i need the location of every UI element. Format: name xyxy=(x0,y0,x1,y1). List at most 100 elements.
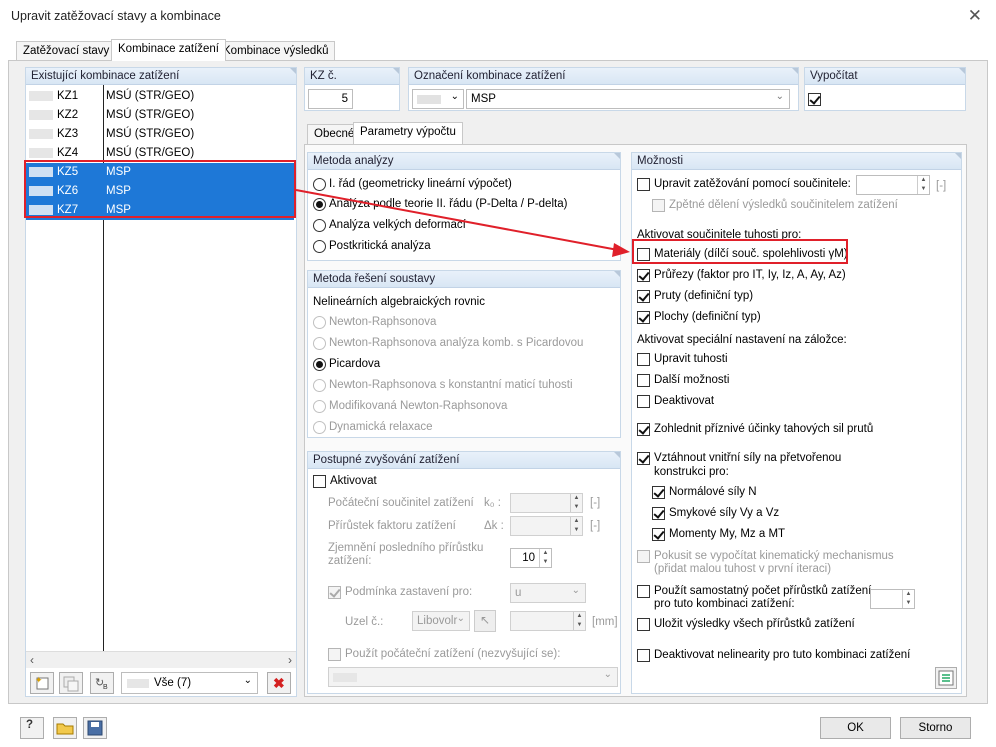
radio-nr-picard[interactable] xyxy=(313,337,326,350)
radio-newton-raphson[interactable] xyxy=(313,316,326,329)
surfaces-label: Plochy (definiční typ) xyxy=(654,311,761,323)
deformed-structure-checkbox[interactable] xyxy=(637,452,650,465)
stop-condition-select[interactable]: u ⌄ xyxy=(510,583,586,603)
deformed-structure-label-2: konstrukci pro: xyxy=(654,466,729,478)
renumber-icon[interactable]: ↻ B xyxy=(90,672,114,694)
list-item[interactable]: KZ1 MSÚ (STR/GEO) xyxy=(26,87,294,106)
cancel-button[interactable]: Storno xyxy=(900,717,971,739)
list-item[interactable]: KZ7 MSP xyxy=(26,201,294,220)
normal-forces-label: Normálové síly N xyxy=(669,486,757,498)
calculate-checkbox[interactable] xyxy=(808,93,821,106)
separate-increments-checkbox[interactable] xyxy=(637,585,650,598)
k0-symbol: k₀ : xyxy=(484,497,501,509)
calculate-label: Vypočítat xyxy=(805,68,965,85)
deformed-structure-label: Vztáhnout vnitřní síly na přetvořenou xyxy=(654,452,842,464)
initial-loading-checkbox[interactable] xyxy=(328,648,341,661)
increments-count-input[interactable]: ▲ ▼ xyxy=(870,589,915,609)
tab-load-cases[interactable]: Zatěžovací stavy xyxy=(16,41,117,61)
save-icon[interactable] xyxy=(83,717,107,739)
copy-combination-icon[interactable] xyxy=(59,672,83,694)
modify-stiffness-label: Upravit tuhosti xyxy=(654,353,728,365)
dk-symbol: Δk : xyxy=(484,520,504,532)
save-all-increments-checkbox[interactable] xyxy=(637,618,650,631)
new-combination-icon[interactable]: ✦ xyxy=(30,672,54,694)
radio-dynamic-relaxation[interactable] xyxy=(313,421,326,434)
kz-number-input[interactable]: 5 xyxy=(308,89,353,109)
tab-result-combinations[interactable]: Kombinace výsledků xyxy=(216,41,336,61)
cross-sections-checkbox[interactable] xyxy=(637,269,650,282)
node-value-unit: [mm] xyxy=(592,616,618,628)
tab-calculation-parameters[interactable]: Parametry výpočtu xyxy=(353,122,463,144)
radio-second-order[interactable] xyxy=(313,198,326,211)
shear-forces-checkbox[interactable] xyxy=(652,507,665,520)
filter-select[interactable]: Vše (7) ⌄ xyxy=(121,672,258,694)
close-icon[interactable]: ✕ xyxy=(968,6,982,26)
radio-picard[interactable] xyxy=(313,358,326,371)
node-value-input[interactable]: ▲ ▼ xyxy=(510,611,586,631)
members-checkbox[interactable] xyxy=(637,290,650,303)
radio-modified-nr[interactable] xyxy=(313,400,326,413)
pick-node-icon[interactable]: ↖ xyxy=(474,610,496,632)
solver-subtitle: Nelineárních algebraických rovnic xyxy=(313,296,485,308)
stop-condition-checkbox[interactable] xyxy=(328,586,341,599)
settings-list-icon[interactable] xyxy=(935,667,957,689)
scroll-right-icon[interactable]: › xyxy=(288,653,292,667)
combination-name-panel: Označení kombinace zatížení ⌄ MSP ⌄ xyxy=(408,67,799,111)
more-options-label: Další možnosti xyxy=(654,374,730,386)
loading-factor-input[interactable]: ▲ ▼ xyxy=(856,175,930,195)
radio-nr-constant[interactable] xyxy=(313,379,326,392)
kinematic-label: Pokusit se vypočítat kinematický mechani… xyxy=(654,550,894,562)
horizontal-scrollbar[interactable]: ‹ › xyxy=(26,651,296,668)
loading-factor-unit: [-] xyxy=(936,180,947,192)
activate-incremental-checkbox[interactable] xyxy=(313,475,326,488)
chevron-down-icon: ⌄ xyxy=(456,613,465,624)
radio-postcritical[interactable] xyxy=(313,240,326,253)
shear-forces-label: Smykové síly Vy a Vz xyxy=(669,507,780,519)
deactivate-nonlinearities-checkbox[interactable] xyxy=(637,649,650,662)
normal-forces-checkbox[interactable] xyxy=(652,486,665,499)
help-icon[interactable]: ? xyxy=(20,717,44,739)
modify-loading-checkbox[interactable] xyxy=(637,178,650,191)
incremental-loading-header: Postupné zvyšování zatížení xyxy=(308,452,620,469)
factor-increment-input[interactable]: ▲ ▼ xyxy=(510,516,583,536)
more-options-checkbox[interactable] xyxy=(637,374,650,387)
radio-large-deformation[interactable] xyxy=(313,219,326,232)
list-item[interactable]: KZ4 MSÚ (STR/GEO) xyxy=(26,144,294,163)
color-select[interactable]: ⌄ xyxy=(412,89,464,109)
back-division-checkbox[interactable] xyxy=(652,199,665,212)
chevron-down-icon: ⌄ xyxy=(603,669,612,680)
refinement-label: Zjemnění posledního přírůstku zatížení: xyxy=(328,542,484,567)
modified-nr-label: Modifikovaná Newton-Raphsonova xyxy=(329,400,508,412)
refinement-input[interactable]: 10 ▲ ▼ xyxy=(510,548,552,568)
modify-stiffness-checkbox[interactable] xyxy=(637,353,650,366)
kinematic-checkbox[interactable] xyxy=(637,550,650,563)
list-item[interactable]: KZ5 MSP xyxy=(26,163,294,182)
surfaces-checkbox[interactable] xyxy=(637,311,650,324)
list-item[interactable]: KZ3 MSÚ (STR/GEO) xyxy=(26,125,294,144)
delete-icon[interactable]: ✖ xyxy=(267,672,291,694)
tension-effects-checkbox[interactable] xyxy=(637,423,650,436)
tab-load-combinations[interactable]: Kombinace zatížení xyxy=(111,39,227,61)
materials-checkbox[interactable] xyxy=(637,248,650,261)
initial-factor-input[interactable]: ▲ ▼ xyxy=(510,493,583,513)
scroll-left-icon[interactable]: ‹ xyxy=(30,653,34,667)
save-all-increments-label: Uložit výsledky všech přírůstků zatížení xyxy=(654,618,855,630)
deactivate-checkbox[interactable] xyxy=(637,395,650,408)
list-item[interactable]: KZ6 MSP xyxy=(26,182,294,201)
ok-button[interactable]: OK xyxy=(820,717,891,739)
open-folder-icon[interactable] xyxy=(53,717,77,739)
options-header: Možnosti xyxy=(632,153,961,170)
initial-loading-select[interactable]: ⌄ xyxy=(328,667,618,687)
combination-name-label: Označení kombinace zatížení xyxy=(409,68,798,85)
moments-checkbox[interactable] xyxy=(652,528,665,541)
chevron-down-icon: ⌄ xyxy=(450,91,459,102)
radio-first-order[interactable] xyxy=(313,178,326,191)
combination-name-input[interactable]: MSP ⌄ xyxy=(466,89,790,109)
initial-factor-label: Počáteční součinitel zatížení xyxy=(328,497,474,509)
separate-increments-label-2: pro tuto kombinaci zatížení: xyxy=(654,598,795,610)
list-item[interactable]: KZ2 MSÚ (STR/GEO) xyxy=(26,106,294,125)
analysis-method-header: Metoda analýzy xyxy=(308,153,620,170)
options-panel: Možnosti Upravit zatěžování pomocí souči… xyxy=(631,152,962,694)
solver-method-panel: Metoda řešení soustavy Nelineárních alge… xyxy=(307,270,621,438)
node-select[interactable]: Libovolr ⌄ xyxy=(412,611,470,631)
